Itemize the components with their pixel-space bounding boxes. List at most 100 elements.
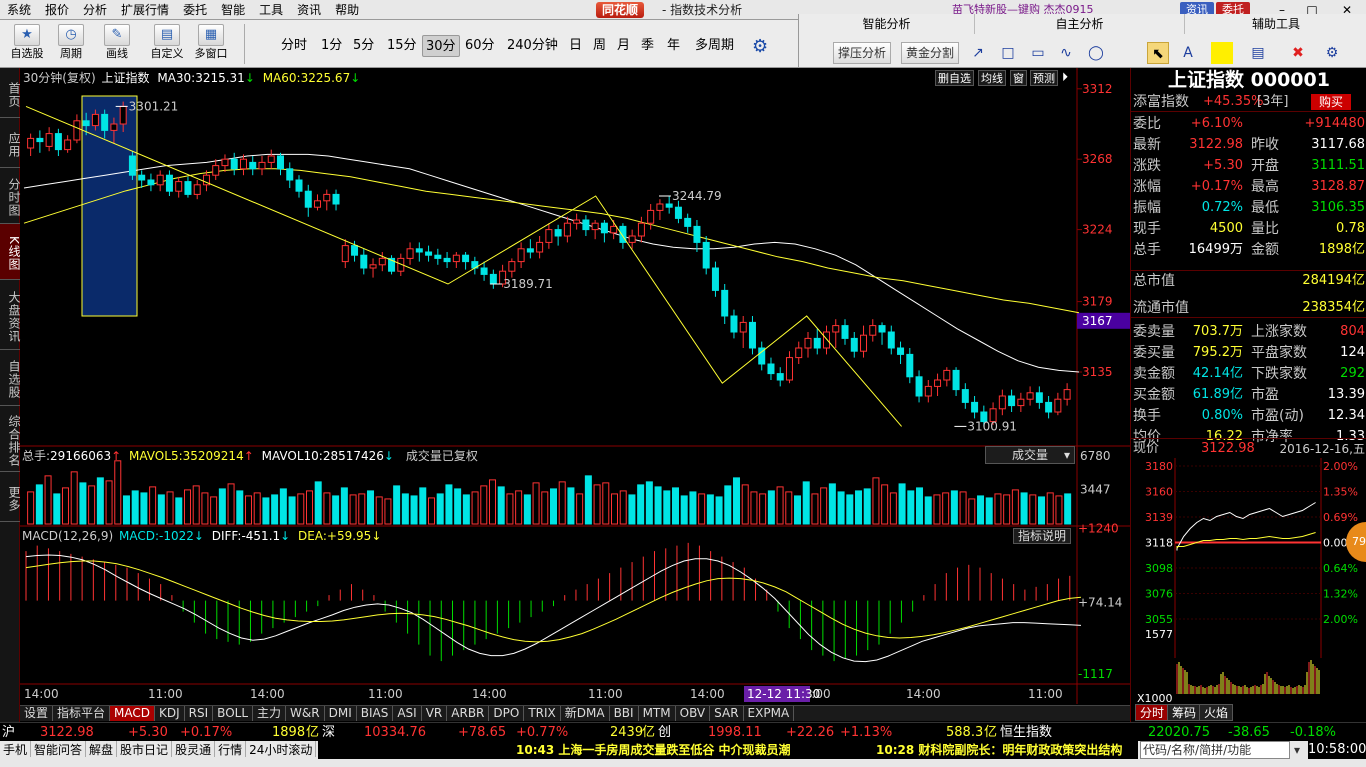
- candle[interactable]: [138, 170, 146, 188]
- candle[interactable]: [545, 223, 553, 249]
- status-item[interactable]: 解盘: [86, 741, 118, 757]
- candle[interactable]: [54, 128, 62, 156]
- candle[interactable]: [785, 351, 793, 384]
- period-tab[interactable]: 季: [638, 35, 657, 57]
- sidebar-tab[interactable]: 自选股: [0, 350, 21, 406]
- candle[interactable]: [637, 216, 645, 243]
- kline-chart[interactable]: 3312 3268 3224 3179 3135 3167 3301.21 3244.79 31…: [20, 68, 1130, 728]
- period-tab[interactable]: 240分钟: [504, 35, 561, 57]
- candle[interactable]: [286, 162, 294, 188]
- candle[interactable]: [258, 156, 266, 176]
- candle[interactable]: [748, 316, 756, 355]
- status-item[interactable]: 行情: [215, 741, 247, 757]
- candle[interactable]: [184, 176, 192, 198]
- candle[interactable]: [998, 389, 1006, 416]
- candle[interactable]: [795, 341, 803, 364]
- candle[interactable]: [600, 220, 608, 243]
- indicator-tab[interactable]: DPO: [489, 706, 525, 721]
- candle[interactable]: [221, 154, 229, 172]
- indicator-tab[interactable]: W&R: [286, 706, 325, 721]
- candle[interactable]: [582, 215, 590, 236]
- candle[interactable]: [656, 199, 664, 220]
- candle[interactable]: [332, 189, 340, 211]
- candle[interactable]: [295, 175, 303, 198]
- period-tab[interactable]: 月: [614, 35, 633, 57]
- candle[interactable]: [27, 133, 35, 156]
- candle[interactable]: [758, 341, 766, 371]
- toolbar-button[interactable]: ★ 自选股: [10, 24, 44, 62]
- status-item[interactable]: 智能问答: [31, 741, 87, 757]
- candle[interactable]: [711, 261, 719, 297]
- drawing-tool-icon[interactable]: ↗: [967, 42, 989, 64]
- candle[interactable]: [924, 380, 932, 403]
- sidebar-tab[interactable]: 分时图: [0, 168, 21, 224]
- candle[interactable]: [526, 239, 534, 259]
- indicator-tab[interactable]: VR: [422, 706, 448, 721]
- menu-item[interactable]: 分析: [76, 3, 114, 17]
- candle[interactable]: [850, 332, 858, 358]
- candle[interactable]: [832, 319, 840, 348]
- candle[interactable]: [64, 135, 72, 153]
- indicator-tab[interactable]: OBV: [676, 706, 711, 721]
- candle[interactable]: [684, 213, 692, 233]
- candle[interactable]: [591, 220, 599, 240]
- indicator-tab[interactable]: MTM: [639, 706, 676, 721]
- candle[interactable]: [239, 154, 247, 176]
- indicator-tab[interactable]: BBI: [610, 706, 639, 721]
- candle[interactable]: [378, 252, 386, 272]
- candle[interactable]: [452, 252, 460, 268]
- sidebar-tab[interactable]: 综合排名: [0, 406, 21, 472]
- candle[interactable]: [1035, 386, 1043, 409]
- toolbar-button[interactable]: ▤ 自定义: [150, 24, 184, 62]
- candle[interactable]: [1054, 392, 1062, 416]
- status-item[interactable]: 股灵通: [172, 741, 216, 757]
- chart-action-button[interactable]: 删自选: [935, 70, 974, 86]
- candle[interactable]: [128, 151, 136, 180]
- candle[interactable]: [961, 383, 969, 409]
- candle[interactable]: [554, 224, 562, 246]
- candle[interactable]: [674, 200, 682, 224]
- candle[interactable]: [1026, 386, 1034, 406]
- candle[interactable]: [388, 255, 396, 275]
- candle[interactable]: [415, 242, 423, 262]
- smart-analysis-section[interactable]: 智能分析: [799, 14, 975, 34]
- candle[interactable]: [860, 325, 868, 358]
- settings-gear-icon[interactable]: ⚙: [752, 36, 768, 57]
- toolbar-button[interactable]: ◷ 周期: [54, 24, 88, 62]
- period-tab[interactable]: 5分: [350, 35, 377, 57]
- candle[interactable]: [212, 159, 220, 180]
- search-input[interactable]: 代码/名称/简拼/功能: [1140, 741, 1290, 759]
- candle[interactable]: [230, 152, 238, 176]
- sidebar-tab[interactable]: K线图: [0, 224, 21, 280]
- drawing-tool-icon[interactable]: ∿: [1055, 42, 1077, 64]
- candle[interactable]: [730, 309, 738, 339]
- period-tab[interactable]: 1分: [318, 35, 345, 57]
- candle[interactable]: [341, 239, 349, 268]
- candle[interactable]: [934, 373, 942, 396]
- candle[interactable]: [813, 328, 821, 355]
- indicator-tab[interactable]: EXPMA: [744, 706, 795, 721]
- menu-item[interactable]: 工具: [252, 3, 290, 17]
- candle[interactable]: [175, 176, 183, 198]
- menu-item[interactable]: 帮助: [328, 3, 366, 17]
- mini-tab[interactable]: 火焰: [1199, 704, 1234, 721]
- indicator-tab[interactable]: MACD: [110, 706, 156, 721]
- candle[interactable]: [443, 252, 451, 268]
- news-item[interactable]: 10:43 上海一手房周成交量跌至低谷 中介现裁员潮: [516, 743, 791, 757]
- chevron-down-icon[interactable]: ▾: [1294, 741, 1300, 759]
- candle[interactable]: [915, 370, 923, 403]
- candle[interactable]: [471, 256, 479, 275]
- candle[interactable]: [165, 170, 173, 196]
- chart-action-button[interactable]: 均线: [978, 70, 1006, 86]
- buy-button[interactable]: 购买: [1311, 94, 1352, 110]
- period-tab[interactable]: 60分: [462, 35, 498, 57]
- indicator-tab[interactable]: ASI: [393, 706, 422, 721]
- candle[interactable]: [721, 284, 729, 324]
- candle[interactable]: [776, 367, 784, 387]
- candle[interactable]: [563, 216, 571, 243]
- toolbar-button[interactable]: ▦ 多窗口: [194, 24, 228, 62]
- candle[interactable]: [147, 173, 155, 192]
- chart-action-button[interactable]: 预测: [1030, 70, 1058, 86]
- candle[interactable]: [489, 269, 497, 289]
- support-resistance-button[interactable]: 撑压分析: [833, 42, 892, 64]
